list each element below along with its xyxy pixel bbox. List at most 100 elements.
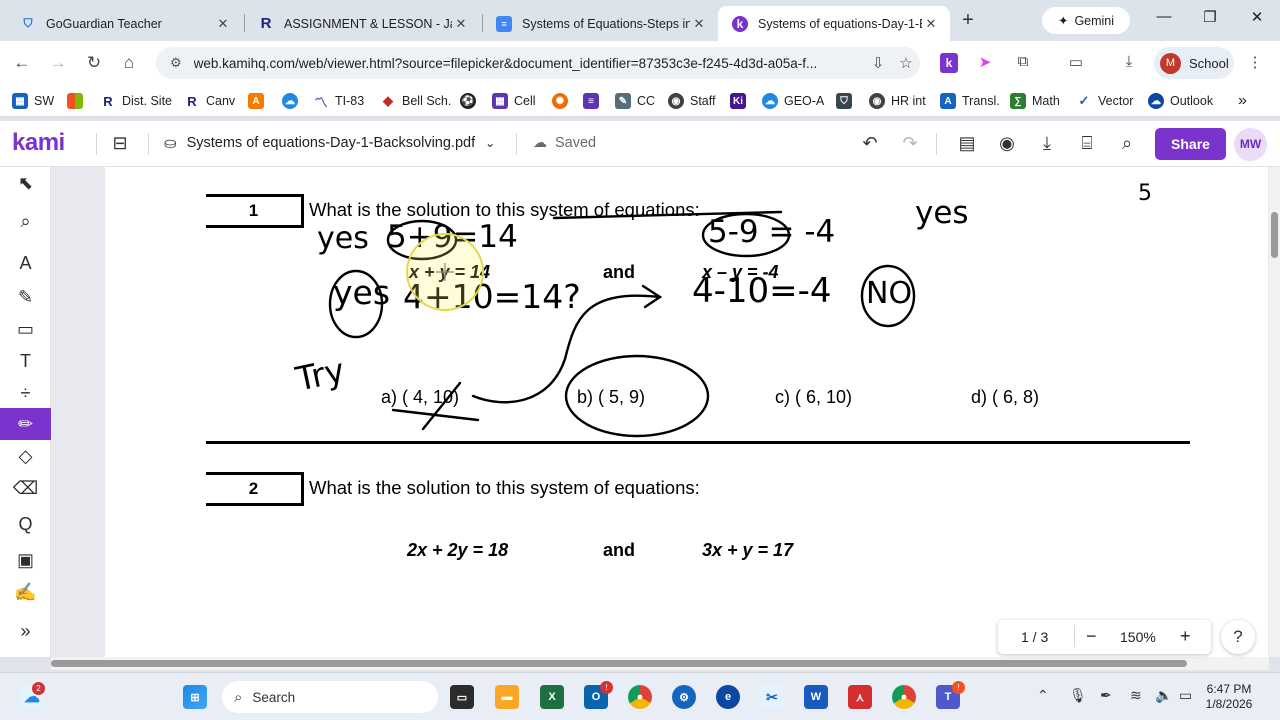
share-button[interactable]: Share: [1155, 128, 1226, 160]
toolbox-icon[interactable]: ⌸: [1075, 133, 1099, 155]
bookmark-ti83[interactable]: 〽 TI-83: [313, 92, 364, 110]
bookmark-soccer[interactable]: ⚽: [460, 92, 482, 110]
gemini-button[interactable]: ✦ Gemini: [1042, 7, 1130, 34]
close-icon[interactable]: ✕: [922, 16, 940, 32]
edge-icon[interactable]: e: [716, 685, 740, 709]
bookmark-cc[interactable]: ✎ CC: [615, 92, 655, 110]
help-button[interactable]: ?: [1221, 620, 1255, 654]
ai-question-icon[interactable]: Q: [0, 508, 51, 540]
pen-icon[interactable]: ✒: [1100, 687, 1112, 704]
text-tool-icon[interactable]: T: [0, 345, 51, 377]
battery-icon[interactable]: ▭: [1179, 687, 1192, 704]
bookmark-list[interactable]: ≡: [583, 92, 605, 110]
bookmark-windows[interactable]: [67, 92, 89, 110]
close-icon[interactable]: ✕: [690, 16, 708, 32]
task-view-icon[interactable]: ▭: [450, 685, 474, 709]
forward-arrow-icon[interactable]: →: [46, 51, 70, 75]
screencast-extension-icon[interactable]: ➤: [974, 53, 996, 73]
archive-icon[interactable]: ⊟: [108, 133, 132, 155]
drawing-tool-icon[interactable]: ✏: [0, 408, 51, 440]
close-icon[interactable]: ✕: [214, 16, 232, 32]
equation-icon[interactable]: ÷: [0, 377, 51, 409]
window-close-icon[interactable]: ✕: [1247, 8, 1267, 26]
microphone-icon[interactable]: 🎙: [1069, 687, 1087, 704]
bookmark-canv[interactable]: R Canv: [184, 92, 235, 110]
search-icon[interactable]: ⌕: [1115, 133, 1139, 155]
document-outline-icon[interactable]: ▤: [955, 133, 979, 155]
shapes-icon[interactable]: ◇: [0, 440, 51, 472]
downloads-icon[interactable]: ⤓: [1118, 53, 1140, 73]
chrome-profile-icon[interactable]: ●: [892, 685, 916, 709]
redo-icon[interactable]: ↷: [898, 133, 922, 155]
browser-menu-icon[interactable]: ⋮: [1244, 53, 1266, 73]
text-search-icon[interactable]: ⌕: [0, 205, 51, 237]
tab-systems-steps[interactable]: ≡ Systems of Equations-Steps in ✕: [482, 6, 718, 41]
bookmark-math[interactable]: ∑ Math: [1010, 92, 1060, 110]
select-arrow-icon[interactable]: ⬉: [0, 167, 51, 199]
bookmark-bell-sch[interactable]: ◆ Bell Sch.: [380, 92, 451, 110]
minimize-icon[interactable]: —: [1154, 8, 1174, 25]
zoom-level[interactable]: 150%: [1120, 629, 1156, 645]
bookmark-hr-int[interactable]: ◉ HR int: [869, 92, 926, 110]
read-aloud-icon[interactable]: A: [0, 247, 51, 279]
restore-icon[interactable]: ❐: [1200, 8, 1220, 26]
eye-icon[interactable]: ◉: [995, 133, 1019, 155]
tray-chevron-up-icon[interactable]: ⌃: [1037, 687, 1049, 704]
zoom-out-icon[interactable]: −: [1086, 626, 1097, 647]
chrome-icon[interactable]: ●: [628, 685, 652, 709]
bookmark-orange[interactable]: A: [248, 92, 270, 110]
bookmarks-overflow-icon[interactable]: »: [1238, 92, 1247, 110]
file-explorer-icon[interactable]: ▬: [495, 685, 519, 709]
snipping-tool-icon[interactable]: ✂: [760, 685, 784, 709]
start-windows-icon[interactable]: ⊞: [183, 685, 207, 709]
comment-icon[interactable]: ▭: [0, 313, 51, 345]
close-icon[interactable]: ✕: [452, 16, 470, 32]
word-icon[interactable]: W: [804, 685, 828, 709]
user-avatar[interactable]: MW: [1234, 128, 1267, 161]
wifi-icon[interactable]: ≋: [1130, 687, 1142, 704]
settings-gear-icon[interactable]: ⚙: [672, 685, 696, 709]
scroll-thumb[interactable]: [1271, 212, 1278, 258]
horizontal-scrollbar[interactable]: [51, 657, 1269, 670]
speaker-icon[interactable]: 🔈: [1155, 687, 1172, 704]
tab-assignment[interactable]: R ASSIGNMENT & LESSON - Jan ✕: [244, 6, 480, 41]
url-omnibox[interactable]: ⚙ web.kamihq.com/web/viewer.html?source=…: [156, 47, 920, 79]
eraser-icon[interactable]: ⌫: [0, 472, 51, 504]
bookmark-transl[interactable]: A Transl.: [940, 92, 1000, 110]
reload-icon[interactable]: ↻: [82, 51, 106, 75]
excel-icon[interactable]: X: [540, 685, 564, 709]
signature-icon[interactable]: ✍: [0, 576, 51, 608]
undo-icon[interactable]: ↶: [858, 133, 882, 155]
acrobat-icon[interactable]: ⋏: [848, 685, 872, 709]
new-tab-button[interactable]: +: [956, 9, 980, 33]
install-app-icon[interactable]: ⇩: [864, 54, 892, 72]
scroll-thumb[interactable]: [51, 660, 1187, 667]
back-arrow-icon[interactable]: ←: [10, 51, 34, 75]
vertical-scrollbar[interactable]: [1269, 167, 1280, 657]
bookmark-sw[interactable]: ▦ SW: [12, 92, 54, 110]
bookmark-ki[interactable]: Ki: [730, 92, 752, 110]
tab-kami-active[interactable]: k Systems of equations-Day-1-B ✕: [718, 6, 950, 41]
kami-extension-icon[interactable]: k: [940, 53, 958, 73]
system-clock[interactable]: 6:47 PM 1/8/2026: [1202, 682, 1256, 712]
bookmark-shield[interactable]: ⛉: [836, 92, 858, 110]
download-icon[interactable]: ⤓: [1035, 133, 1059, 155]
profile-chip[interactable]: M School: [1154, 47, 1234, 79]
bookmark-staff[interactable]: ◉ Staff: [668, 92, 715, 110]
taskbar-search[interactable]: ⌕ Search: [222, 681, 438, 713]
page-indicator[interactable]: 1 / 3: [1021, 629, 1048, 645]
bookmark-orange-circle[interactable]: ✺: [552, 92, 574, 110]
bookmark-geo-a[interactable]: ☁ GEO-A: [762, 92, 824, 110]
tab-goguardian[interactable]: ⛉ GoGuardian Teacher ✕: [6, 6, 242, 41]
document-canvas[interactable]: 1 What is the solution to this system of…: [51, 167, 1269, 657]
expand-rail-icon[interactable]: »: [0, 615, 51, 647]
bookmark-outlook[interactable]: ☁ Outlook: [1148, 92, 1213, 110]
zoom-in-icon[interactable]: +: [1180, 626, 1191, 647]
bookmark-star-icon[interactable]: ☆: [892, 54, 920, 72]
image-icon[interactable]: ▣: [0, 544, 51, 576]
extensions-puzzle-icon[interactable]: ⧉: [1012, 53, 1034, 73]
document-name-dropdown[interactable]: ⛀ Systems of equations-Day-1-Backsolving…: [164, 134, 495, 152]
site-info-icon[interactable]: ⚙: [170, 55, 182, 71]
bookmark-dist-site[interactable]: R Dist. Site: [100, 92, 172, 110]
bookmark-cell[interactable]: ▦ Cell: [492, 92, 536, 110]
